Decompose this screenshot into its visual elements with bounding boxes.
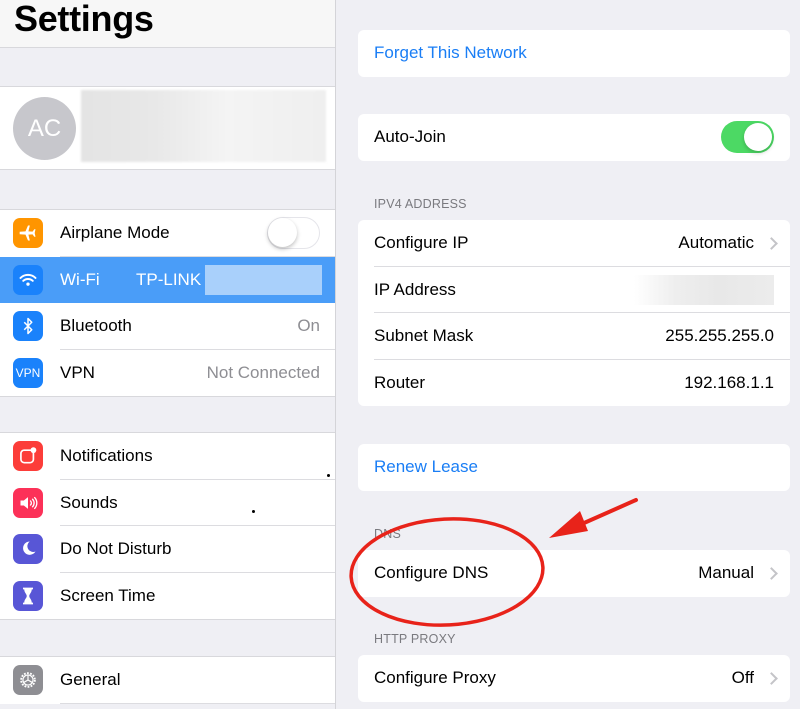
- router-row: Router 192.168.1.1: [358, 360, 790, 407]
- sidebar-item-sounds[interactable]: Sounds: [0, 480, 335, 526]
- sidebar-item-label: Airplane Mode: [60, 223, 170, 243]
- bluetooth-icon: [13, 311, 43, 342]
- configure-proxy-row[interactable]: Configure Proxy Off: [358, 655, 790, 702]
- router-value: 192.168.1.1: [684, 372, 774, 392]
- ipad-settings-screen: Settings AC Airplane Mode Wi-Fi TP-LINK: [0, 0, 800, 709]
- notifications-group: Notifications Sounds Do Not Disturb Scre…: [0, 432, 335, 620]
- redacted-profile-name: [81, 90, 326, 162]
- bluetooth-status: On: [297, 316, 320, 336]
- sidebar-item-airplane-mode[interactable]: Airplane Mode: [0, 210, 335, 257]
- renew-lease-button[interactable]: Renew Lease: [358, 444, 790, 491]
- sidebar-item-label: General: [60, 670, 121, 690]
- sounds-icon: [13, 487, 43, 518]
- notifications-icon: [13, 441, 43, 472]
- sidebar-item-label: Notifications: [60, 446, 153, 466]
- dns-card: Configure DNS Manual: [358, 550, 790, 597]
- sidebar-item-label: VPN: [60, 362, 95, 382]
- forget-network-card: Forget This Network: [358, 30, 790, 77]
- configure-dns-label: Configure DNS: [374, 563, 489, 583]
- redacted-ip-address: [634, 274, 774, 305]
- configure-proxy-value: Off: [731, 668, 754, 688]
- ip-address-row: IP Address: [358, 267, 790, 313]
- configure-ip-label: Configure IP: [374, 233, 469, 253]
- subnet-mask-value: 255.255.255.0: [665, 326, 774, 346]
- forget-network-button[interactable]: Forget This Network: [358, 30, 790, 77]
- airplane-icon: [13, 218, 43, 249]
- sidebar-item-label: Do Not Disturb: [60, 539, 172, 559]
- configure-proxy-label: Configure Proxy: [374, 668, 496, 688]
- chevron-right-icon: [765, 236, 778, 250]
- wifi-network-detail: Forget This Network Auto-Join IPV4 ADDRE…: [337, 0, 800, 709]
- stray-dot: [327, 474, 330, 477]
- general-group: General: [0, 656, 335, 704]
- configure-dns-value: Manual: [698, 563, 754, 583]
- dns-section-header: DNS: [374, 527, 401, 541]
- sidebar-item-notifications[interactable]: Notifications: [0, 433, 335, 480]
- vpn-icon: VPN: [13, 357, 43, 388]
- ipv4-section-header: IPV4 ADDRESS: [374, 197, 467, 211]
- gear-icon: [13, 665, 43, 696]
- apple-id-profile[interactable]: AC: [0, 86, 335, 170]
- sidebar-item-label: Wi-Fi: [60, 269, 100, 289]
- configure-ip-row[interactable]: Configure IP Automatic: [358, 220, 790, 267]
- stray-dot: [252, 510, 255, 513]
- sidebar-item-vpn[interactable]: VPN VPN Not Connected: [0, 350, 335, 397]
- configure-dns-row[interactable]: Configure DNS Manual: [358, 550, 790, 597]
- sidebar-header: Settings: [0, 0, 335, 48]
- sidebar-item-label: Bluetooth: [60, 316, 132, 336]
- auto-join-row: Auto-Join: [358, 114, 790, 161]
- wifi-icon: [13, 264, 43, 295]
- renew-lease-card: Renew Lease: [358, 444, 790, 491]
- ip-address-label: IP Address: [374, 279, 456, 299]
- auto-join-toggle[interactable]: [721, 121, 774, 154]
- auto-join-card: Auto-Join: [358, 114, 790, 161]
- http-proxy-section-header: HTTP PROXY: [374, 632, 456, 646]
- chevron-right-icon: [765, 671, 778, 685]
- redacted-network-suffix: [205, 264, 322, 295]
- renew-lease-label: Renew Lease: [374, 457, 478, 477]
- wifi-network-name: TP-LINK: [136, 269, 202, 289]
- ipv4-card: Configure IP Automatic IP Address Subnet…: [358, 220, 790, 406]
- connectivity-group: Airplane Mode Wi-Fi TP-LINK Bluetooth On: [0, 209, 335, 397]
- moon-icon: [13, 534, 43, 565]
- sidebar-item-label: Screen Time: [60, 585, 156, 605]
- avatar: AC: [13, 97, 76, 160]
- hourglass-icon: [13, 580, 43, 611]
- airplane-mode-toggle[interactable]: [267, 217, 320, 250]
- subnet-mask-label: Subnet Mask: [374, 326, 474, 346]
- subnet-mask-row: Subnet Mask 255.255.255.0: [358, 313, 790, 360]
- sidebar-item-label: Sounds: [60, 492, 118, 512]
- sidebar-item-general[interactable]: General: [0, 657, 335, 704]
- page-title: Settings: [14, 0, 154, 39]
- sidebar-item-do-not-disturb[interactable]: Do Not Disturb: [0, 526, 335, 573]
- settings-sidebar: Settings AC Airplane Mode Wi-Fi TP-LINK: [0, 0, 336, 709]
- sidebar-item-screen-time[interactable]: Screen Time: [0, 573, 335, 620]
- sidebar-item-wifi[interactable]: Wi-Fi TP-LINK: [0, 256, 335, 303]
- chevron-right-icon: [765, 566, 778, 580]
- proxy-card: Configure Proxy Off: [358, 655, 790, 702]
- router-label: Router: [374, 372, 426, 392]
- forget-network-label: Forget This Network: [374, 43, 527, 63]
- vpn-status: Not Connected: [206, 362, 320, 382]
- auto-join-label: Auto-Join: [374, 127, 446, 147]
- configure-ip-value: Automatic: [678, 233, 754, 253]
- sidebar-item-bluetooth[interactable]: Bluetooth On: [0, 303, 335, 350]
